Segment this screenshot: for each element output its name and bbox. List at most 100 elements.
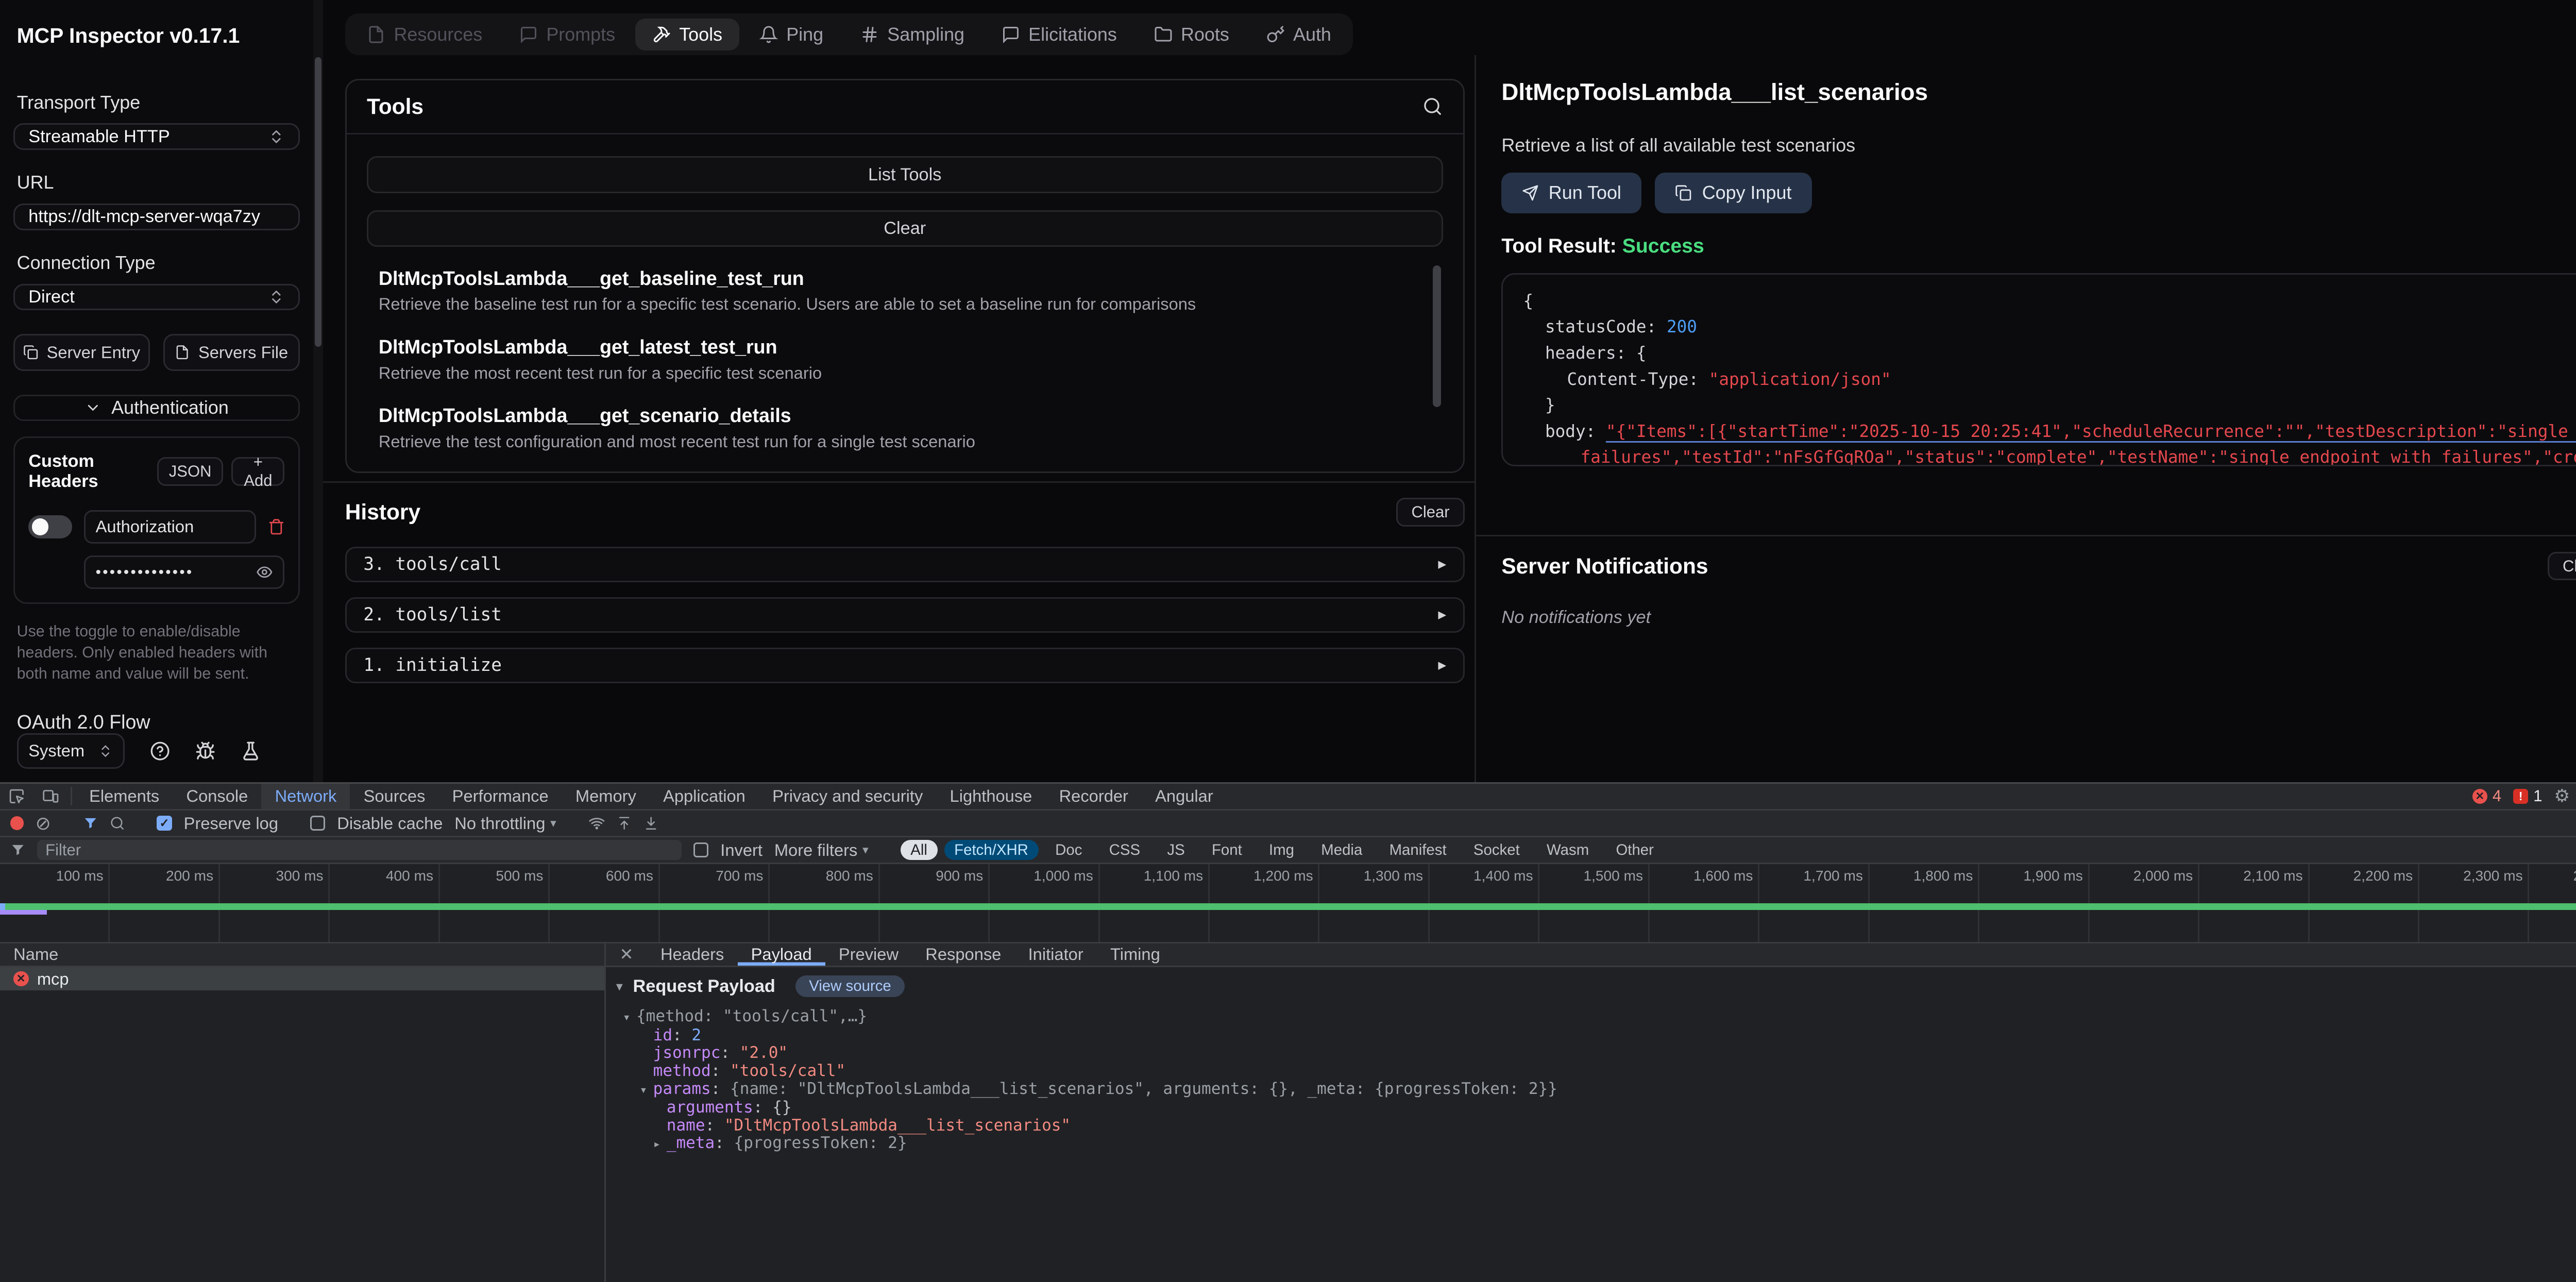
devtools-tab[interactable]: Lighthouse	[936, 784, 1045, 809]
add-header-button[interactable]: + Add	[231, 457, 284, 486]
expand-arrow-icon[interactable]: ▶	[1438, 607, 1446, 622]
tool-result-json[interactable]: { statusCode: 200 headers: { Content-Typ…	[1501, 273, 2576, 467]
devtools-tab[interactable]: Console	[173, 784, 261, 809]
request-type-pill[interactable]: Fetch/XHR	[944, 840, 1039, 860]
details-tab[interactable]: Response	[912, 943, 1014, 966]
theme-select[interactable]: System	[17, 733, 125, 769]
tool-list-item[interactable]: DltMcpToolsLambda___get_scenario_details…	[379, 404, 1443, 451]
payload-root-line[interactable]: ▾{method: "tools/call",…}	[616, 1007, 2576, 1026]
preserve-log-checkbox[interactable]: ✓	[157, 816, 172, 831]
tools-scrollbar-thumb[interactable]	[1433, 265, 1441, 407]
expand-arrow-icon[interactable]: ▶	[1438, 556, 1446, 572]
details-tab[interactable]: Payload	[738, 943, 825, 966]
clear-network-log-icon[interactable]: ⊘	[36, 814, 51, 833]
tool-list-item[interactable]: DltMcpToolsLambda___get_baseline_test_ru…	[379, 267, 1443, 314]
authentication-toggle[interactable]: Authentication	[13, 395, 299, 421]
request-type-pill[interactable]: Wasm	[1536, 840, 1599, 860]
invert-checkbox[interactable]	[693, 842, 708, 857]
oauth-flow-label[interactable]: OAuth 2.0 Flow	[13, 711, 299, 733]
request-type-pill[interactable]: JS	[1157, 840, 1195, 860]
expand-arrow-icon[interactable]: ▶	[1438, 657, 1446, 673]
header-value-input[interactable]: ••••••••••••••	[84, 555, 284, 589]
network-filter-input[interactable]	[37, 840, 682, 860]
devtools-tab[interactable]: Network	[261, 784, 350, 809]
tab-elicitations[interactable]: Elicitations	[985, 19, 1133, 50]
trash-icon[interactable]	[268, 518, 285, 535]
devtools-tab[interactable]: Recorder	[1045, 784, 1142, 809]
payload-line-method[interactable]: method: "tools/call"	[616, 1062, 2576, 1080]
request-type-pill[interactable]: CSS	[1099, 840, 1150, 860]
header-name-input[interactable]: Authorization	[84, 510, 256, 544]
tab-tools[interactable]: Tools	[635, 19, 739, 50]
copy-input-button[interactable]: Copy Input	[1655, 173, 1811, 213]
history-item[interactable]: 2. tools/list ▶	[345, 597, 1465, 633]
notifications-clear-button[interactable]: Clear	[2548, 552, 2576, 581]
tab-ping[interactable]: Ping	[742, 19, 840, 50]
devtools-tab[interactable]: Memory	[562, 784, 650, 809]
json-button[interactable]: JSON	[157, 457, 223, 486]
help-icon[interactable]	[150, 741, 170, 761]
sidebar-scrollbar-thumb[interactable]	[315, 57, 321, 347]
server-entry-button[interactable]: Server Entry	[13, 334, 150, 371]
export-har-icon[interactable]	[643, 816, 658, 831]
details-tab[interactable]: Initiator	[1014, 943, 1096, 966]
tab-sampling[interactable]: Sampling	[843, 19, 981, 50]
flask-icon[interactable]	[241, 741, 261, 761]
network-conditions-icon[interactable]	[588, 815, 605, 832]
inspect-element-icon[interactable]	[0, 784, 33, 809]
tab-prompts[interactable]: Prompts	[502, 19, 632, 50]
devtools-tab[interactable]: Performance	[439, 784, 562, 809]
tool-list-item[interactable]: DltMcpToolsLambda___get_latest_test_run …	[379, 336, 1443, 383]
throttling-select[interactable]: No throttling ▾	[454, 814, 556, 833]
filter-funnel-icon[interactable]	[83, 816, 98, 831]
sidebar-scrollbar[interactable]	[313, 0, 324, 782]
history-item[interactable]: 3. tools/call ▶	[345, 547, 1465, 582]
history-clear-button[interactable]: Clear	[1396, 498, 1464, 527]
devtools-tab[interactable]: Privacy and security	[759, 784, 936, 809]
request-type-pill[interactable]: Doc	[1045, 840, 1092, 860]
payload-line-arguments[interactable]: arguments: {}	[616, 1099, 2576, 1117]
details-tab[interactable]: Preview	[825, 943, 912, 966]
devtools-tab[interactable]: Angular	[1142, 784, 1227, 809]
section-collapse-icon[interactable]: ▾	[616, 979, 623, 994]
request-row-mcp[interactable]: ✕ mcp	[0, 967, 604, 991]
search-icon[interactable]	[1422, 96, 1443, 116]
tab-resources[interactable]: Resources	[350, 19, 499, 50]
request-type-pill[interactable]: Media	[1311, 840, 1372, 860]
payload-line-params[interactable]: ▾params: {name: "DltMcpToolsLambda___lis…	[616, 1080, 2576, 1099]
request-type-pill[interactable]: Manifest	[1379, 840, 1456, 860]
network-overview-timeline[interactable]: 100 ms 200 ms 300 ms 400 ms 500 ms 600 m…	[0, 864, 2576, 943]
payload-line-jsonrpc[interactable]: jsonrpc: "2.0"	[616, 1044, 2576, 1062]
tab-auth[interactable]: Auth	[1249, 19, 1348, 50]
request-type-pill[interactable]: All	[901, 840, 938, 860]
transport-type-select[interactable]: Streamable HTTP	[13, 123, 299, 150]
record-network-log-button[interactable]	[10, 816, 24, 830]
request-type-pill[interactable]: Img	[1259, 840, 1304, 860]
bug-icon[interactable]	[195, 741, 215, 761]
header-enable-toggle[interactable]	[28, 515, 72, 539]
list-tools-button[interactable]: List Tools	[367, 156, 1443, 193]
payload-line-name[interactable]: name: "DltMcpToolsLambda___list_scenario…	[616, 1117, 2576, 1135]
view-source-button[interactable]: View source	[795, 975, 905, 997]
request-type-pill[interactable]: Other	[1606, 840, 1664, 860]
payload-line-id[interactable]: id: 2	[616, 1026, 2576, 1044]
import-har-icon[interactable]	[617, 816, 632, 831]
connection-type-select[interactable]: Direct	[13, 284, 299, 311]
eye-icon[interactable]	[256, 564, 273, 581]
search-network-icon[interactable]	[110, 816, 125, 831]
payload-line-meta[interactable]: ▸_meta: {progressToken: 2}	[616, 1134, 2576, 1153]
history-item[interactable]: 1. initialize ▶	[345, 648, 1465, 683]
devtools-tab[interactable]: Elements	[76, 784, 173, 809]
run-tool-button[interactable]: Run Tool	[1501, 173, 1641, 213]
settings-gear-icon[interactable]: ⚙	[2554, 787, 2570, 805]
request-type-pill[interactable]: Socket	[1463, 840, 1530, 860]
device-toolbar-icon[interactable]	[33, 784, 67, 809]
url-input[interactable]	[13, 204, 299, 230]
close-details-icon[interactable]: ✕	[606, 943, 647, 966]
more-filters-dropdown[interactable]: More filters ▾	[774, 840, 869, 860]
devtools-tab[interactable]: Sources	[350, 784, 438, 809]
disable-cache-checkbox[interactable]	[310, 816, 325, 831]
devtools-tab[interactable]: Application	[650, 784, 759, 809]
tab-roots[interactable]: Roots	[1137, 19, 1246, 50]
request-type-pill[interactable]: Font	[1201, 840, 1252, 860]
